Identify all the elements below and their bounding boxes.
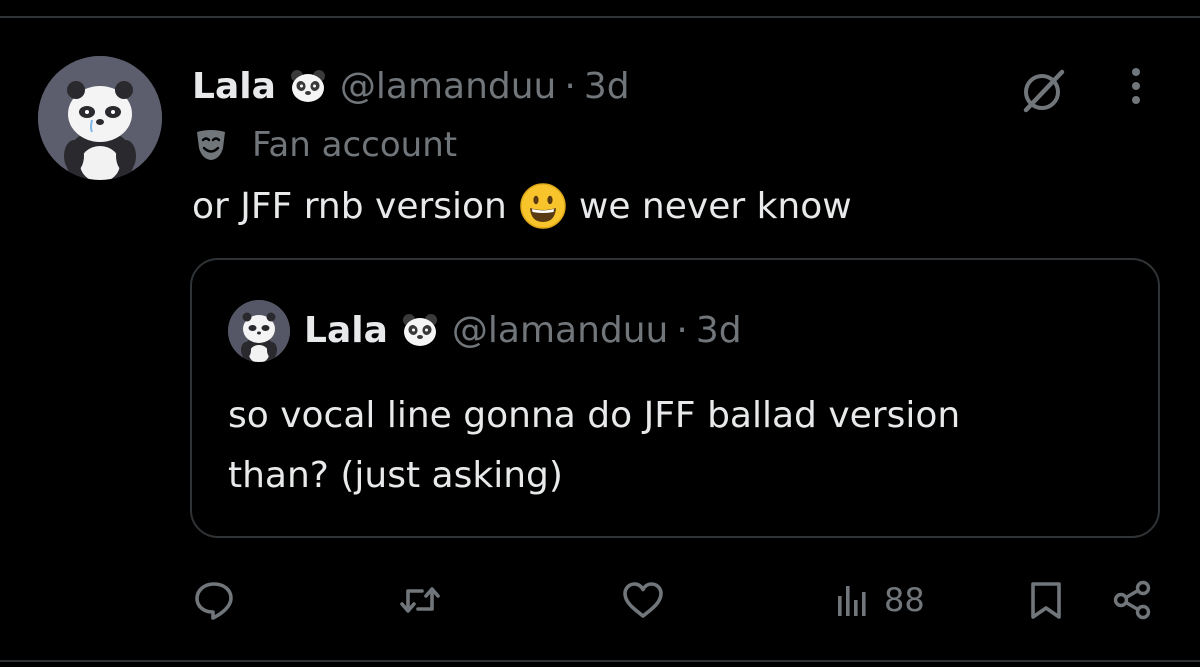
panda-avatar-image <box>38 56 162 180</box>
action-bar: 88 <box>0 572 1200 628</box>
reply-icon <box>195 582 233 620</box>
retweet-icon <box>400 587 440 613</box>
quoted-text-line-2: than? (just asking) <box>228 455 563 496</box>
views-icon <box>838 586 866 616</box>
grinning-face-emoji-icon <box>520 183 566 229</box>
top-divider <box>0 16 1200 18</box>
timestamp[interactable]: 3d <box>584 66 630 107</box>
share-icon <box>1113 580 1151 620</box>
share-button[interactable] <box>1110 572 1154 628</box>
quoted-tweet[interactable]: Lala @lamanduu · 3d so vocal line gonna … <box>190 258 1160 538</box>
tweet-text-part-2: we never know <box>578 185 852 227</box>
bookmark-icon <box>1031 582 1061 619</box>
more-options-icon[interactable] <box>1116 62 1156 118</box>
bookmark-button[interactable] <box>1026 572 1066 628</box>
label-text[interactable]: Fan account <box>252 125 457 165</box>
separator-dot: · <box>564 65 576 107</box>
handle[interactable]: @lamanduu <box>340 66 557 107</box>
display-name[interactable]: Lala <box>192 66 276 107</box>
quoted-display-name: Lala <box>304 309 388 351</box>
theater-mask-icon <box>197 130 225 160</box>
views-count: 88 <box>884 581 925 619</box>
reply-button[interactable] <box>192 572 236 628</box>
avatar[interactable] <box>38 56 162 180</box>
panda-emoji-icon <box>400 310 440 350</box>
like-button[interactable] <box>620 572 666 628</box>
quoted-tweet-text: so vocal line gonna do JFF ballad versio… <box>228 386 1128 506</box>
quoted-text-line-1: so vocal line gonna do JFF ballad versio… <box>228 395 961 436</box>
views-button[interactable]: 88 <box>836 572 925 628</box>
retweet-button[interactable] <box>398 572 442 628</box>
separator-dot: · <box>676 309 688 351</box>
panda-emoji-icon <box>288 66 328 106</box>
quoted-handle: @lamanduu <box>451 309 669 351</box>
like-icon <box>623 582 663 618</box>
tweet-text-part-1: or JFF rnb version <box>192 185 507 227</box>
tweet-header: Lala @lamanduu · 3d <box>192 58 630 114</box>
bottom-divider <box>0 660 1200 662</box>
panda-avatar-image <box>228 300 290 362</box>
grok-icon[interactable] <box>1012 60 1074 122</box>
quoted-avatar[interactable] <box>228 300 290 362</box>
tweet-text: or JFF rnb version we never know <box>192 180 852 232</box>
quoted-tweet-header: Lala @lamanduu · 3d <box>304 304 742 356</box>
quoted-timestamp: 3d <box>695 309 742 351</box>
account-label: Fan account <box>192 122 457 168</box>
